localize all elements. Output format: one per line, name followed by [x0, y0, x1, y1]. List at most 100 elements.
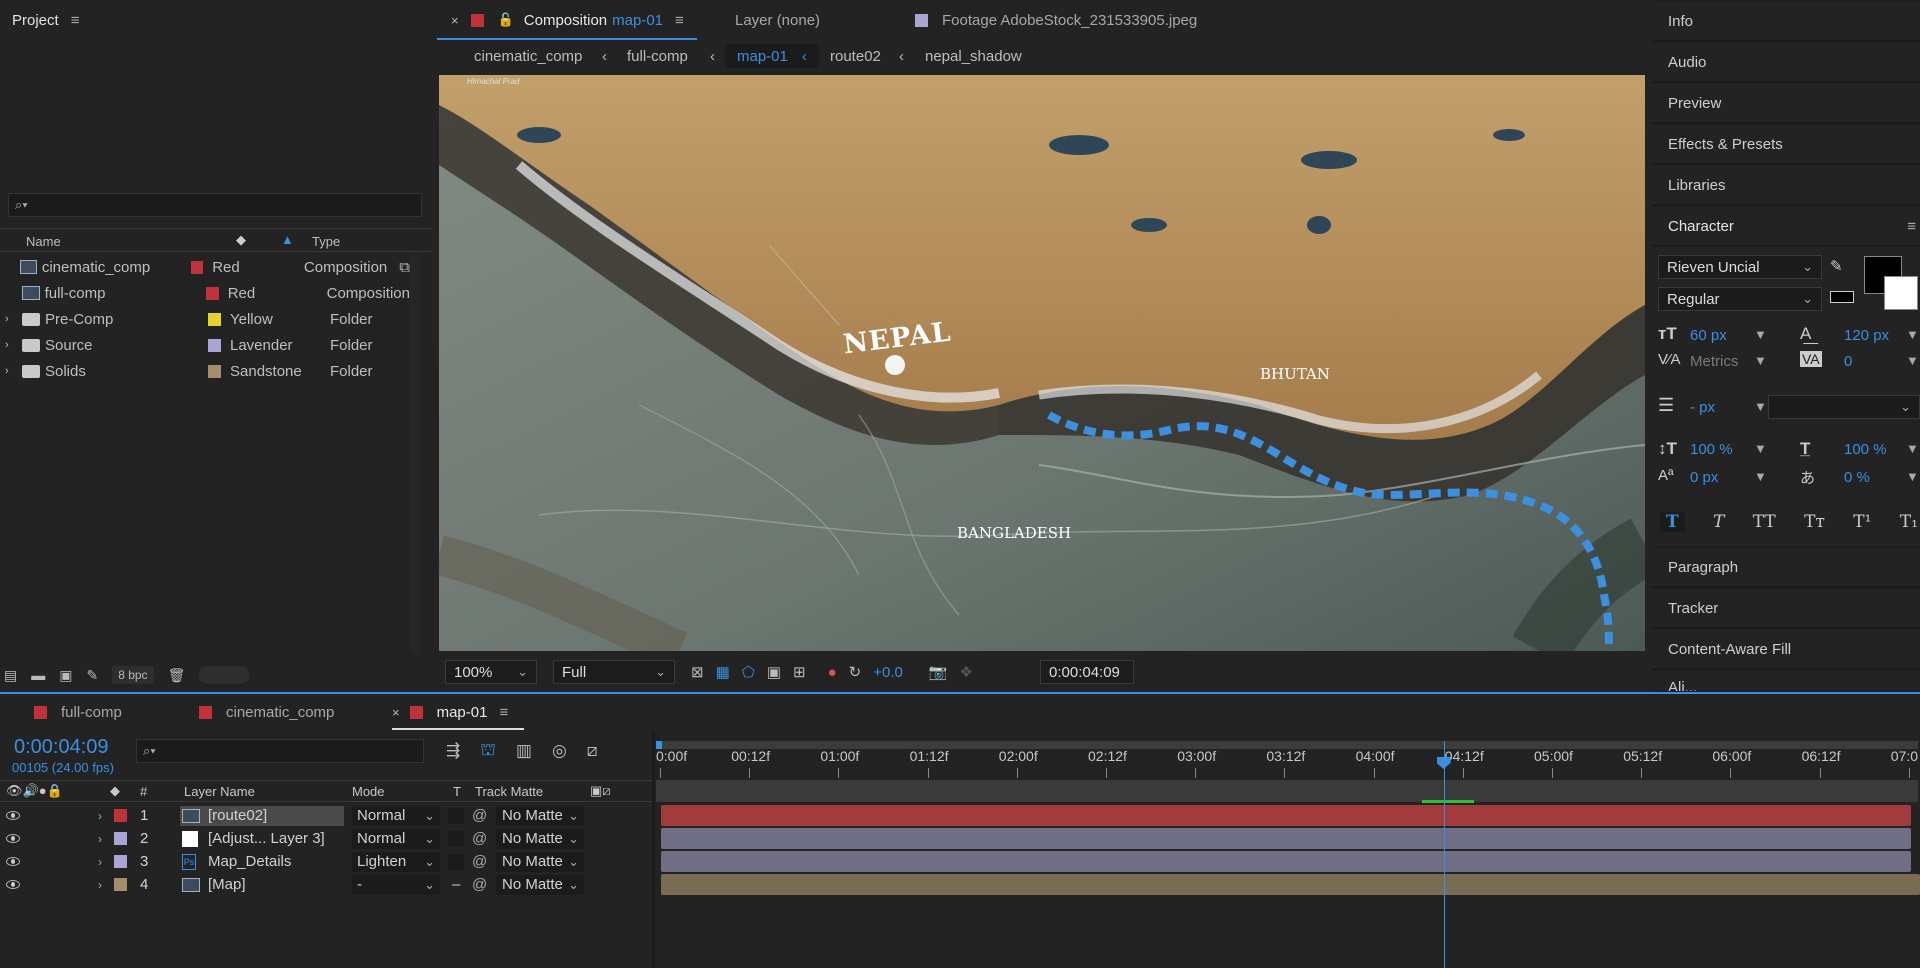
faux-italic-button[interactable]: T — [1713, 512, 1724, 532]
motion-blur-icon[interactable]: ◎ — [552, 741, 567, 761]
label-tag-icon[interactable]: ◆ — [236, 232, 246, 248]
tab-composition[interactable]: × 🔓 Composition map-01 ≡ — [451, 0, 684, 40]
superscript-button[interactable]: T¹ — [1853, 512, 1871, 532]
panel-tracker[interactable]: Tracker — [1652, 589, 1920, 629]
chevron-down-icon[interactable]: ▼ — [1906, 469, 1919, 484]
label-swatch[interactable] — [208, 338, 221, 352]
blend-mode-dropdown[interactable]: Lighten ⌄ — [352, 851, 440, 872]
timeline-search-input[interactable]: ⌕▾ — [136, 739, 424, 763]
track-matte-dropdown[interactable]: No Matte ⌄ — [496, 851, 584, 872]
expand-chevron-icon[interactable]: › — [98, 878, 102, 892]
kerning-value[interactable]: Metrics — [1690, 353, 1738, 370]
color-channels-icon[interactable]: ● — [828, 664, 837, 681]
breadcrumb-item[interactable]: nepal_shadow — [925, 44, 1022, 68]
swap-colors-icon[interactable] — [1830, 291, 1854, 303]
chevron-down-icon[interactable]: ▼ — [1906, 353, 1919, 368]
exposure-value[interactable]: +0.0 — [873, 664, 903, 681]
panel-align[interactable]: Ali... — [1652, 671, 1920, 693]
composition-canvas[interactable]: Himachal Prad NEPAL BHUTAN BANGLADESH — [439, 75, 1645, 651]
transparency-grid-icon[interactable]: ▦ — [716, 663, 730, 681]
track-matte-dropdown[interactable]: No Matte ⌄ — [496, 805, 584, 826]
shy-layers-icon[interactable]: ⛫ — [480, 740, 496, 762]
baseline-shift-value[interactable]: 0 px — [1690, 469, 1718, 486]
font-size-value[interactable]: 60 px — [1690, 327, 1727, 344]
layer-row[interactable]: › 4 [Map] - ⌄ – @ No Matte ⌄ — [0, 873, 652, 896]
all-caps-button[interactable]: TT — [1753, 512, 1776, 532]
project-item[interactable]: cinematic_comp Red Composition ⧉ — [0, 254, 410, 280]
small-caps-button[interactable]: Tт — [1804, 512, 1825, 532]
expand-chevron-icon[interactable]: › — [98, 809, 102, 823]
zoom-dropdown[interactable]: 100% ⌄ — [445, 660, 537, 684]
trash-icon[interactable]: 🗑 — [168, 667, 186, 684]
pickwhip-icon[interactable]: @ — [472, 853, 487, 870]
track-matte-dropdown[interactable]: No Matte ⌄ — [496, 874, 584, 895]
layer-track-bar[interactable] — [661, 805, 1911, 826]
breadcrumb-item[interactable]: route02 — [830, 44, 881, 68]
col-type[interactable]: Type — [312, 234, 340, 249]
label-swatch[interactable] — [205, 286, 219, 300]
graph-editor-icon[interactable]: ⧄ — [587, 741, 598, 761]
layer-name[interactable]: [Adjust... Layer 3] — [180, 829, 350, 849]
bpc-button[interactable]: 8 bpc — [112, 666, 154, 684]
expand-chevron-icon[interactable]: › — [0, 339, 22, 351]
subscript-button[interactable]: T₁ — [1900, 512, 1918, 532]
search-input[interactable]: ⌕▾ — [8, 193, 422, 217]
fast-previews-icon[interactable]: ⊠ — [691, 663, 704, 681]
comp-flowchart-icon[interactable]: ⇶ — [446, 741, 460, 761]
layer-row[interactable]: › 3 Ps Map_Details Lighten ⌄ @ No Matte ⌄ — [0, 850, 652, 873]
expand-chevron-icon[interactable]: › — [98, 855, 102, 869]
region-of-interest-icon[interactable]: ▣ — [767, 663, 781, 681]
visibility-eye-icon[interactable] — [6, 857, 20, 866]
project-item[interactable]: › Solids Sandstone Folder — [0, 358, 410, 384]
character-menu-icon[interactable]: ≡ — [1907, 218, 1916, 235]
timeline-tab[interactable]: cinematic_comp — [199, 694, 334, 730]
playhead[interactable] — [1436, 741, 1451, 968]
flowchart-icon[interactable]: ⧉ — [399, 259, 410, 276]
panel-info[interactable]: Info — [1652, 2, 1920, 42]
tab-menu-icon[interactable]: ≡ — [675, 12, 684, 29]
project-item[interactable]: full-comp Red Composition — [0, 280, 410, 306]
vertical-scale-value[interactable]: 100 % — [1690, 441, 1733, 458]
chevron-down-icon[interactable]: ▼ — [1754, 441, 1767, 456]
visibility-eye-icon[interactable] — [6, 834, 20, 843]
layer-row[interactable]: › 2 [Adjust... Layer 3] Normal ⌄ @ No Mat… — [0, 827, 652, 850]
show-snapshot-icon[interactable]: ❖ — [960, 663, 973, 681]
expand-chevron-icon[interactable]: › — [0, 365, 22, 377]
label-swatch[interactable] — [208, 364, 221, 378]
layer-row[interactable]: › 1 [route02] Normal ⌄ @ No Matte ⌄ — [0, 804, 652, 827]
horizontal-scale-value[interactable]: 100 % — [1844, 441, 1887, 458]
viewer-timecode[interactable]: 0:00:04:09 — [1040, 660, 1134, 684]
tab-layer[interactable]: Layer (none) — [735, 0, 820, 40]
eyedropper-icon[interactable]: ✎ — [1830, 257, 1843, 275]
project-scrollbar[interactable] — [410, 254, 420, 654]
snapshot-icon[interactable]: 📷 — [929, 663, 948, 681]
footer-slider[interactable] — [199, 666, 250, 684]
chevron-down-icon[interactable]: ▼ — [1754, 353, 1767, 368]
panel-menu-icon[interactable]: ≡ — [71, 12, 80, 29]
interpret-footage-icon[interactable]: ▤ — [4, 667, 17, 684]
mask-visibility-icon[interactable]: ⬠ — [742, 663, 755, 681]
chevron-down-icon[interactable]: ▼ — [1906, 441, 1919, 456]
layer-label-swatch[interactable] — [114, 809, 127, 822]
resolution-dropdown[interactable]: Full ⌄ — [553, 660, 675, 684]
layer-label-swatch[interactable] — [114, 855, 127, 868]
sort-up-icon[interactable]: ▲ — [281, 232, 294, 247]
stroke-width-value[interactable]: - px — [1690, 399, 1715, 416]
stroke-type-dropdown[interactable]: ⌄ — [1768, 395, 1920, 419]
time-navigator[interactable] — [656, 780, 1918, 802]
chevron-down-icon[interactable]: ▼ — [1906, 327, 1919, 342]
layer-panel-divider[interactable] — [652, 730, 655, 968]
panel-content-aware-fill[interactable]: Content-Aware Fill — [1652, 630, 1920, 670]
grid-guides-icon[interactable]: ⊞ — [793, 663, 806, 681]
pickwhip-icon[interactable]: @ — [472, 830, 487, 847]
new-composition-icon[interactable]: ▣ — [59, 667, 72, 684]
panel-libraries[interactable]: Libraries — [1652, 166, 1920, 206]
breadcrumb-item[interactable]: cinematic_comp — [474, 44, 582, 68]
expand-chevron-icon[interactable]: › — [0, 313, 22, 325]
layer-name[interactable]: Ps Map_Details — [180, 852, 350, 872]
reset-exposure-icon[interactable]: ↻ — [849, 663, 862, 681]
font-family-dropdown[interactable]: Rieven Uncial ⌄ — [1658, 255, 1822, 279]
layer-name[interactable]: [Map] — [180, 875, 350, 895]
chevron-down-icon[interactable]: ▼ — [1754, 399, 1767, 414]
font-style-dropdown[interactable]: Regular ⌄ — [1658, 287, 1822, 311]
